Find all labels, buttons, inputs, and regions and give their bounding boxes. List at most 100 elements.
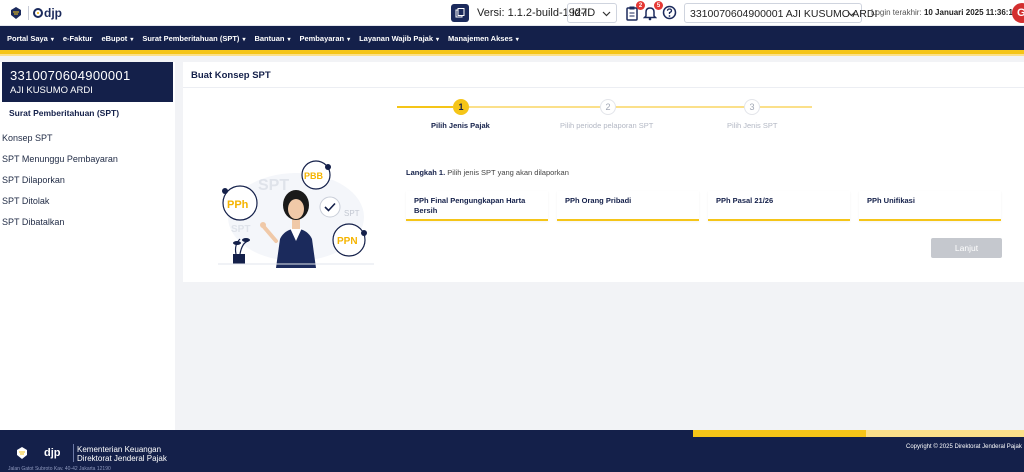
nav-label: Portal Saya bbox=[7, 33, 48, 43]
last-login-value: 10 Januari 2025 11:36:14 bbox=[923, 8, 1018, 17]
caret-down-icon: ▾ bbox=[287, 36, 291, 43]
sidebar: 3310070604900001 AJI KUSUMO ARDI Surat P… bbox=[0, 62, 175, 430]
footer-djp-text: djp bbox=[44, 447, 61, 459]
taxpayer-card: 3310070604900001 AJI KUSUMO ARDI bbox=[2, 62, 173, 102]
illustration-spt-right-text: SPT bbox=[344, 209, 360, 218]
nav-portal-saya[interactable]: Portal Saya ▾ bbox=[7, 34, 54, 43]
step-1-indicator: 1 bbox=[453, 99, 469, 115]
nav-pembayaran[interactable]: Pembayaran ▾ bbox=[299, 34, 350, 43]
option-pph-orang-pribadi[interactable]: PPh Orang Pribadi bbox=[557, 191, 699, 221]
caret-down-icon: ▾ bbox=[347, 36, 351, 43]
option-pph-pasal-21-26[interactable]: PPh Pasal 21/26 bbox=[708, 191, 850, 221]
page-title: Buat Konsep SPT bbox=[191, 70, 271, 81]
main-navigation: Portal Saya ▾ e-Faktur eBupot ▾ Surat Pemb… bbox=[0, 26, 1024, 50]
user-select[interactable]: 3310070604900001 AJI KUSUMO ARDI bbox=[684, 3, 877, 23]
nav-layanan-wajib-pajak[interactable]: Layanan Wajib Pajak ▾ bbox=[359, 34, 439, 43]
illustration-spt-left-text: SPT bbox=[231, 224, 250, 235]
option-label: PPh Final Pengungkapan Harta Bersih bbox=[414, 196, 526, 215]
sidebar-item-spt-dibatalkan[interactable]: SPT Dibatalkan bbox=[2, 217, 64, 227]
app-switch-button[interactable] bbox=[451, 4, 469, 22]
footer-accent-stripe-light bbox=[866, 430, 1024, 437]
spt-illustration: SPT PBB PPh SPT SPT PPN bbox=[218, 160, 374, 268]
step-line-2-3 bbox=[616, 106, 744, 108]
avatar-initial: G bbox=[1017, 7, 1024, 19]
footer-ministry: Kementerian Keuangan bbox=[77, 445, 162, 454]
nav-label: e-Faktur bbox=[62, 33, 93, 43]
caret-down-icon: ▾ bbox=[50, 36, 54, 43]
last-login-label: Login terakhir: bbox=[871, 8, 922, 17]
caret-down-icon: ▾ bbox=[515, 36, 519, 43]
taxpayer-npwp: 3310070604900001 bbox=[10, 68, 131, 83]
option-label: PPh Pasal 21/26 bbox=[716, 196, 774, 205]
sidebar-item-spt-menunggu-pembayaran[interactable]: SPT Menunggu Pembayaran bbox=[2, 154, 118, 164]
illustration-pph-text: PPh bbox=[227, 199, 249, 211]
avatar[interactable]: G bbox=[1012, 3, 1024, 23]
step-1-label: Pilih Jenis Pajak bbox=[431, 121, 490, 130]
logo-divider bbox=[28, 6, 29, 20]
next-button-label: Lanjut bbox=[954, 243, 979, 253]
step-number: 1 bbox=[458, 102, 464, 112]
next-button[interactable]: Lanjut bbox=[931, 238, 1002, 258]
step-line-left bbox=[397, 106, 453, 108]
step-3-label: Pilih Jenis SPT bbox=[727, 121, 778, 130]
footer-institution: Kementerian Keuangan Direktorat Jenderal… bbox=[77, 445, 167, 463]
nav-ebupot[interactable]: eBupot ▾ bbox=[101, 34, 133, 43]
language-select[interactable]: id-ID bbox=[567, 3, 617, 23]
documents-notification-button[interactable]: 2 bbox=[625, 1, 645, 21]
nav-manajemen-akses[interactable]: Manajemen Akses ▾ bbox=[448, 34, 519, 43]
chevron-down-icon bbox=[602, 11, 611, 17]
nav-label: Layanan Wajib Pajak bbox=[359, 33, 434, 43]
title-divider bbox=[183, 87, 1024, 88]
step-number: 3 bbox=[749, 102, 755, 112]
illustration-pbb-text: PBB bbox=[304, 171, 324, 181]
footer-directorate: Direktorat Jenderal Pajak bbox=[77, 454, 167, 463]
nav-label: Pembayaran bbox=[299, 33, 345, 43]
nav-spt[interactable]: Surat Pemberitahuan (SPT) ▾ bbox=[142, 34, 245, 43]
option-label: PPh Unifikasi bbox=[867, 196, 915, 205]
taxpayer-name: AJI KUSUMO ARDI bbox=[10, 85, 93, 96]
top-bar: djp Versi: 1.1.2-build-1927 id-ID 2 5 33… bbox=[0, 0, 1024, 26]
footer-divider bbox=[73, 444, 74, 462]
illustration-spt-top-text: SPT bbox=[258, 177, 289, 194]
chevron-down-icon bbox=[847, 11, 856, 17]
djp-ring-icon bbox=[33, 8, 43, 18]
option-pph-final-pengungkapan-harta-bersih[interactable]: PPh Final Pengungkapan Harta Bersih bbox=[406, 191, 548, 221]
step-2-indicator: 2 bbox=[600, 99, 616, 115]
footer-ministry-emblem-icon bbox=[17, 447, 27, 459]
nav-label: Surat Pemberitahuan (SPT) bbox=[142, 33, 240, 43]
option-label: PPh Orang Pribadi bbox=[565, 196, 632, 205]
nav-label: Bantuan bbox=[254, 33, 285, 43]
help-button[interactable] bbox=[662, 5, 678, 21]
nav-label: eBupot bbox=[101, 33, 128, 43]
illustration-ppn-text: PPN bbox=[337, 236, 358, 247]
ministry-emblem-icon[interactable] bbox=[8, 6, 24, 20]
help-icon bbox=[662, 5, 677, 20]
caret-down-icon: ▾ bbox=[242, 36, 246, 43]
nav-e-faktur[interactable]: e-Faktur bbox=[63, 34, 93, 43]
sidebar-item-spt-ditolak[interactable]: SPT Ditolak bbox=[2, 196, 49, 206]
footer-copyright: Copyright © 2025 Direktorat Jenderal Paj… bbox=[906, 444, 1022, 450]
step-instruction-text: Pilih jenis SPT yang akan dilaporkan bbox=[447, 168, 569, 177]
step-number: 2 bbox=[605, 102, 611, 112]
caret-down-icon: ▾ bbox=[130, 36, 134, 43]
step-line-right bbox=[760, 106, 812, 108]
step-instruction: Langkah 1. Pilih jenis SPT yang akan dil… bbox=[406, 168, 569, 177]
step-instruction-label: Langkah 1. bbox=[406, 168, 446, 177]
version-label: Versi: bbox=[477, 7, 505, 19]
sidebar-section-title: Surat Pemberitahuan (SPT) bbox=[9, 108, 120, 118]
footer-address: Jalan Gatot Subroto Kav. 40-42 Jakarta 1… bbox=[8, 466, 111, 472]
documents-icon bbox=[455, 8, 465, 18]
footer-djp-logo: djp bbox=[44, 447, 61, 459]
notification-button[interactable]: 5 bbox=[642, 1, 663, 21]
option-pph-unifikasi[interactable]: PPh Unifikasi bbox=[859, 191, 1001, 221]
sidebar-item-konsep-spt[interactable]: Konsep SPT bbox=[2, 133, 53, 143]
djp-logo[interactable]: djp bbox=[33, 6, 62, 20]
nav-bantuan[interactable]: Bantuan ▾ bbox=[254, 34, 290, 43]
step-3-indicator: 3 bbox=[744, 99, 760, 115]
step-line-1-2 bbox=[469, 106, 600, 108]
djp-logo-text: djp bbox=[44, 6, 62, 20]
language-value: id-ID bbox=[572, 7, 596, 19]
sidebar-item-spt-dilaporkan[interactable]: SPT Dilaporkan bbox=[2, 175, 65, 185]
caret-down-icon: ▾ bbox=[436, 36, 440, 43]
nav-label: Manajemen Akses bbox=[448, 33, 513, 43]
